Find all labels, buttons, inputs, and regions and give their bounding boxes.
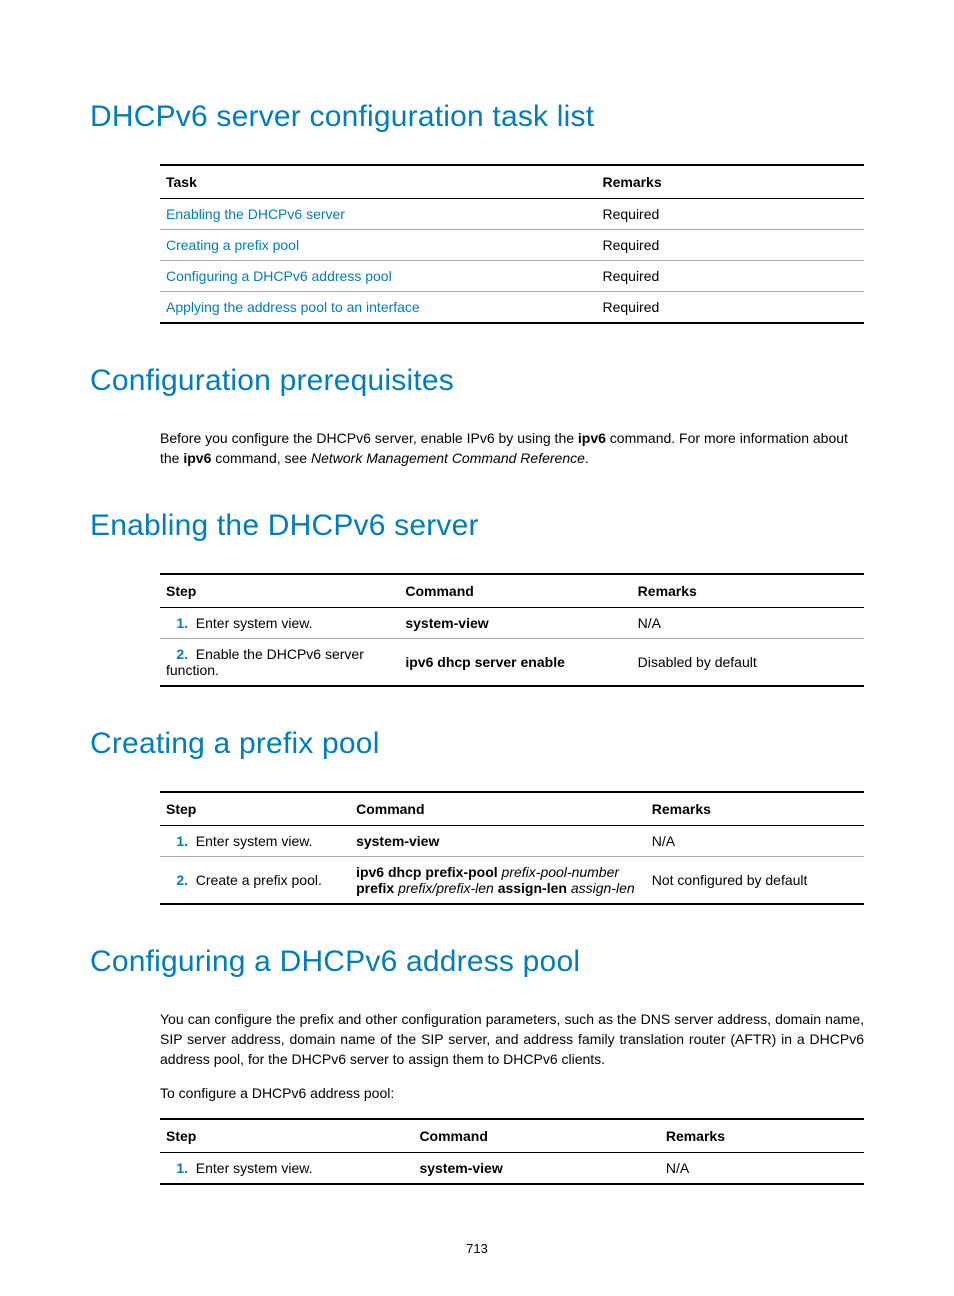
table-row: 2. Enable the DHCPv6 server function. ip… — [160, 638, 864, 686]
link-apply-pool[interactable]: Applying the address pool to an interfac… — [166, 299, 420, 315]
cell-remarks: N/A — [646, 825, 864, 856]
step-text: Create a prefix pool. — [196, 872, 322, 888]
step-text: Enter system view. — [196, 833, 313, 849]
step-text: Enter system view. — [196, 1160, 313, 1176]
heading-task-list: DHCPv6 server configuration task list — [90, 100, 864, 134]
step-number: 1. — [166, 833, 188, 849]
table-row: Applying the address pool to an interfac… — [160, 292, 864, 324]
cell-remarks: N/A — [632, 607, 864, 638]
step-number: 2. — [166, 646, 188, 662]
paragraph-intro: To configure a DHCPv6 address pool: — [90, 1083, 864, 1103]
th-task: Task — [160, 165, 596, 199]
heading-enable-server: Enabling the DHCPv6 server — [90, 509, 864, 543]
table-address-pool: Step Command Remarks 1. Enter system vie… — [160, 1118, 864, 1185]
cell-remarks: Required — [596, 261, 864, 292]
table-row: Configuring a DHCPv6 address pool Requir… — [160, 261, 864, 292]
th-step: Step — [160, 574, 399, 608]
th-command: Command — [399, 574, 631, 608]
cmd-ipv6: ipv6 — [183, 450, 211, 466]
table-prefix-pool: Step Command Remarks 1. Enter system vie… — [160, 791, 864, 905]
text: . — [585, 450, 589, 466]
th-command: Command — [350, 792, 646, 826]
command-text: system-view — [419, 1160, 502, 1176]
page-number: 713 — [0, 1241, 954, 1256]
th-step: Step — [160, 1119, 413, 1153]
step-number: 1. — [166, 1160, 188, 1176]
th-remarks: Remarks — [632, 574, 864, 608]
text: Before you configure the DHCPv6 server, … — [160, 430, 578, 446]
table-row: Enabling the DHCPv6 server Required — [160, 199, 864, 230]
heading-address-pool: Configuring a DHCPv6 address pool — [90, 945, 864, 979]
step-number: 2. — [166, 872, 188, 888]
table-enable-server: Step Command Remarks 1. Enter system vie… — [160, 573, 864, 687]
cell-remarks: Required — [596, 199, 864, 230]
th-remarks: Remarks — [596, 165, 864, 199]
command-text: system-view — [405, 615, 488, 631]
cmd-part: prefix-pool-number — [498, 864, 619, 880]
step-text: Enable the DHCPv6 server function. — [166, 646, 364, 678]
cell-remarks: Required — [596, 230, 864, 261]
th-remarks: Remarks — [660, 1119, 864, 1153]
table-row: 1. Enter system view. system-view N/A — [160, 607, 864, 638]
table-row: 1. Enter system view. system-view N/A — [160, 1152, 864, 1184]
cell-remarks: Not configured by default — [646, 856, 864, 904]
cell-remarks: Required — [596, 292, 864, 324]
heading-prerequisites: Configuration prerequisites — [90, 364, 864, 398]
paragraph-address-pool: You can configure the prefix and other c… — [90, 1009, 864, 1070]
table-row: Creating a prefix pool Required — [160, 230, 864, 261]
table-task-list: Task Remarks Enabling the DHCPv6 server … — [160, 164, 864, 324]
reference-title: Network Management Command Reference — [311, 450, 585, 466]
link-create-prefix-pool[interactable]: Creating a prefix pool — [166, 237, 299, 253]
paragraph-prerequisites: Before you configure the DHCPv6 server, … — [90, 428, 864, 469]
document-page: DHCPv6 server configuration task list Ta… — [0, 0, 954, 1296]
cmd-part: prefix/prefix-len — [394, 880, 497, 896]
th-step: Step — [160, 792, 350, 826]
command-text: system-view — [356, 833, 439, 849]
cmd-part: ipv6 dhcp prefix-pool — [356, 864, 498, 880]
cell-remarks: N/A — [660, 1152, 864, 1184]
text: command, see — [211, 450, 311, 466]
th-command: Command — [413, 1119, 659, 1153]
command-text: ipv6 dhcp server enable — [405, 654, 565, 670]
cmd-part: assign-len — [498, 880, 567, 896]
heading-prefix-pool: Creating a prefix pool — [90, 727, 864, 761]
th-remarks: Remarks — [646, 792, 864, 826]
link-configure-address-pool[interactable]: Configuring a DHCPv6 address pool — [166, 268, 392, 284]
link-enable-dhcpv6[interactable]: Enabling the DHCPv6 server — [166, 206, 345, 222]
table-row: 2. Create a prefix pool. ipv6 dhcp prefi… — [160, 856, 864, 904]
cell-remarks: Disabled by default — [632, 638, 864, 686]
step-number: 1. — [166, 615, 188, 631]
command-cell: ipv6 dhcp prefix-pool prefix-pool-number… — [350, 856, 646, 904]
step-text: Enter system view. — [196, 615, 313, 631]
cmd-part: prefix — [356, 880, 394, 896]
cmd-ipv6: ipv6 — [578, 430, 606, 446]
table-row: 1. Enter system view. system-view N/A — [160, 825, 864, 856]
cmd-part: assign-len — [567, 880, 635, 896]
